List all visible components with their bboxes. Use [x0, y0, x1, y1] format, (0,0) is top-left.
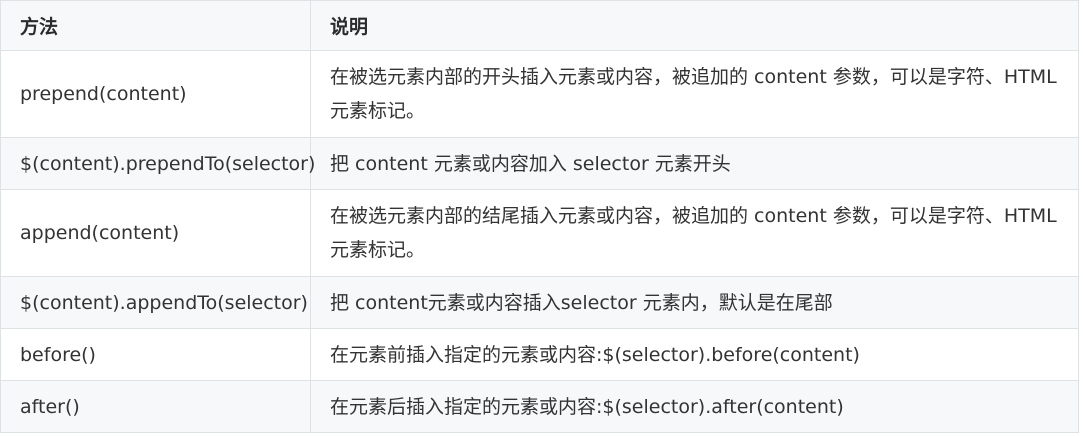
table-row: before() 在元素前插入指定的元素或内容:$(selector).befo…: [0, 328, 1079, 381]
description-cell: 在被选元素内部的开头插入元素或内容，被追加的 content 参数，可以是字符、…: [310, 50, 1079, 138]
methods-table: 方法 说明 prepend(content) 在被选元素内部的开头插入元素或内容…: [0, 0, 1079, 433]
method-cell: append(content): [0, 189, 311, 277]
header-description: 说明: [310, 0, 1079, 51]
method-cell: before(): [0, 328, 311, 381]
description-cell: 在元素后插入指定的元素或内容:$(selector).after(content…: [310, 380, 1079, 433]
table-row: after() 在元素后插入指定的元素或内容:$(selector).after…: [0, 380, 1079, 433]
method-cell: $(content).prependTo(selector): [0, 137, 315, 190]
description-cell: 把 content 元素或内容加入 selector 元素开头: [310, 137, 1079, 190]
table-header: 方法 说明: [0, 0, 1079, 51]
method-cell: $(content).appendTo(selector): [0, 276, 311, 329]
table-row: $(content).appendTo(selector) 把 content元…: [0, 276, 1079, 329]
header-method: 方法: [0, 0, 311, 51]
table-row: append(content) 在被选元素内部的结尾插入元素或内容，被追加的 c…: [0, 189, 1079, 277]
method-cell: prepend(content): [0, 50, 311, 138]
header-row: 方法 说明: [0, 0, 1079, 51]
description-cell: 在元素前插入指定的元素或内容:$(selector).before(conten…: [310, 328, 1079, 381]
description-cell: 把 content元素或内容插入selector 元素内，默认是在尾部: [310, 276, 1079, 329]
description-cell: 在被选元素内部的结尾插入元素或内容，被追加的 content 参数，可以是字符、…: [310, 189, 1079, 277]
method-cell: after(): [0, 380, 311, 433]
table-row: $(content).prependTo(selector) 把 content…: [0, 137, 1079, 190]
table-row: prepend(content) 在被选元素内部的开头插入元素或内容，被追加的 …: [0, 50, 1079, 138]
table-body: prepend(content) 在被选元素内部的开头插入元素或内容，被追加的 …: [0, 50, 1079, 433]
